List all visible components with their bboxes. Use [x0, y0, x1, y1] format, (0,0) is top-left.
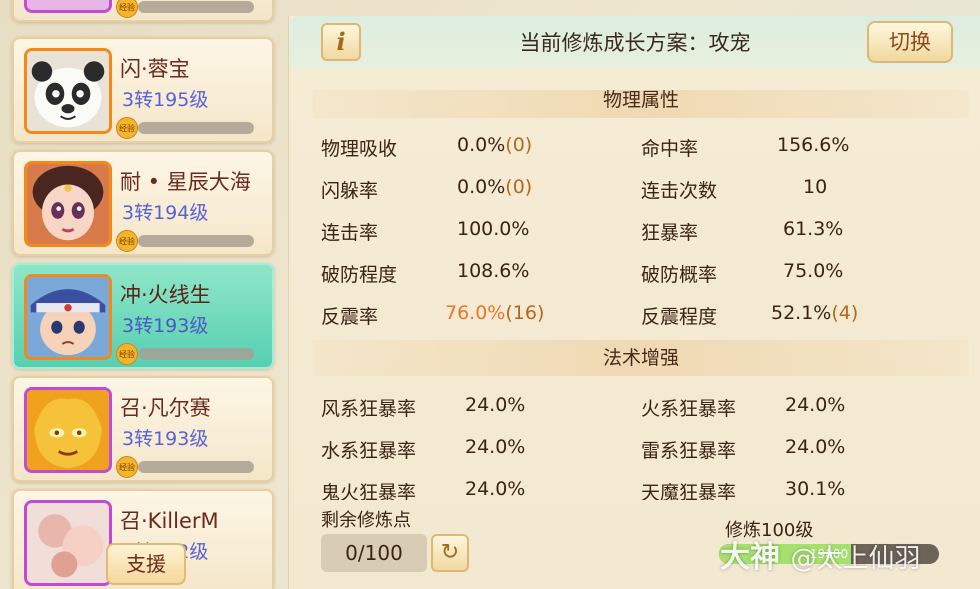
pet-name: 闪·蓉宝	[120, 57, 190, 81]
stat-label: 天魔狂暴率	[641, 482, 737, 500]
stat-label: 雷系狂暴率	[641, 440, 737, 462]
panda-icon	[27, 51, 109, 131]
pet-name: 召·KillerM	[120, 509, 219, 533]
pet-avatar	[24, 0, 112, 13]
exp-icon: 经验	[116, 0, 138, 18]
exp-bar	[138, 348, 254, 360]
stat-label: 反震率	[321, 306, 379, 328]
remain-points-value: 0/100	[321, 534, 427, 572]
stat-value: 108.6%	[457, 260, 530, 282]
stat-value: 24.0%	[465, 478, 526, 500]
pet-card[interactable]: 耐 • 星辰大海 3转194级 经验	[12, 150, 274, 256]
fire-spirit-icon	[27, 390, 109, 470]
exp-bar	[138, 461, 254, 473]
support-button[interactable]: 支援	[106, 543, 186, 585]
stat-label: 风系狂暴率	[321, 398, 417, 420]
panel-header: 当前修炼成长方案：攻宠 i 切换	[289, 16, 980, 70]
stat-value: 10	[803, 176, 828, 198]
cultivation-panel: 当前修炼成长方案：攻宠 i 切换 物理属性 物理吸收 0.0%(0) 命中率 1…	[288, 16, 980, 589]
exp-icon: 经验	[116, 456, 138, 478]
pet-card-active[interactable]: 冲·火线生 3转193级 经验	[12, 263, 274, 369]
stat-value: 52.1%(4)	[771, 302, 859, 324]
stat-label: 破防程度	[321, 264, 398, 286]
exp-bar	[138, 235, 254, 247]
stat-label: 连击率	[321, 222, 379, 244]
stat-label: 反震程度	[641, 306, 718, 328]
pet-avatar-boy	[24, 274, 112, 360]
stat-value: 24.0%	[785, 394, 846, 416]
exp-bar	[138, 1, 254, 13]
stats-scroll-area[interactable]: 物理属性 物理吸收 0.0%(0) 命中率 156.6% 闪躲率 0.0%(0)…	[289, 90, 980, 500]
stat-label: 破防概率	[641, 264, 718, 286]
stat-label: 连击次数	[641, 180, 718, 202]
exp-bar	[138, 122, 254, 134]
stat-label: 狂暴率	[641, 222, 699, 244]
pet-level: 3转193级	[122, 428, 209, 450]
stat-value: 156.6%	[777, 134, 850, 156]
stat-label: 水系狂暴率	[321, 440, 417, 462]
remain-points-label: 剩余修炼点	[321, 510, 411, 531]
watermark: 大神 @太上仙羽	[720, 540, 921, 575]
stat-label: 命中率	[641, 138, 699, 160]
stat-value: 24.0%	[465, 394, 526, 416]
pet-avatar-panda	[24, 48, 112, 134]
stat-value: 24.0%	[785, 436, 846, 458]
stat-value: 30.1%	[785, 478, 846, 500]
pet-level: 3转194级	[122, 202, 209, 224]
pet-name: 耐 • 星辰大海	[120, 170, 251, 194]
stat-value: 76.0%(16)	[445, 302, 545, 324]
info-icon[interactable]: i	[321, 23, 361, 61]
exp-icon: 经验	[116, 117, 138, 139]
refresh-icon[interactable]: ↻	[431, 534, 469, 572]
stat-value: 0.0%(0)	[457, 134, 533, 156]
pet-card[interactable]: 经验	[12, 0, 274, 22]
pet-level: 3转193级	[122, 315, 209, 337]
white-beast-icon	[27, 503, 109, 583]
magic-section-title: 法术增强	[313, 340, 969, 376]
stat-label: 闪躲率	[321, 180, 379, 202]
stat-value: 24.0%	[465, 436, 526, 458]
pet-roster: 经验 闪·蓉宝 3转195级 经验 耐 • 星辰大海 3转194级 经验 冲·火…	[0, 0, 286, 589]
switch-button[interactable]: 切换	[867, 21, 953, 63]
pet-name: 冲·火线生	[120, 283, 211, 307]
stat-value: 75.0%	[783, 260, 844, 282]
girl-portrait-icon	[27, 164, 109, 244]
boy-portrait-icon	[27, 277, 109, 357]
pet-avatar-killer	[24, 500, 112, 586]
pet-card[interactable]: 闪·蓉宝 3转195级 经验	[12, 37, 274, 143]
physical-section-title: 物理属性	[313, 90, 969, 118]
stat-label: 物理吸收	[321, 138, 398, 160]
stat-value: 61.3%	[783, 218, 844, 240]
pet-level: 3转195级	[122, 89, 209, 111]
stat-value: 0.0%(0)	[457, 176, 533, 198]
stat-label: 鬼火狂暴率	[321, 482, 417, 500]
exp-icon: 经验	[116, 343, 138, 365]
stat-label: 火系狂暴率	[641, 398, 737, 420]
pet-avatar-fire	[24, 387, 112, 473]
pet-name: 召·凡尔赛	[120, 396, 211, 420]
pet-card[interactable]: 召·凡尔赛 3转193级 经验	[12, 376, 274, 482]
exp-icon: 经验	[116, 230, 138, 252]
pet-avatar-girl	[24, 161, 112, 247]
stat-value: 100.0%	[457, 218, 530, 240]
